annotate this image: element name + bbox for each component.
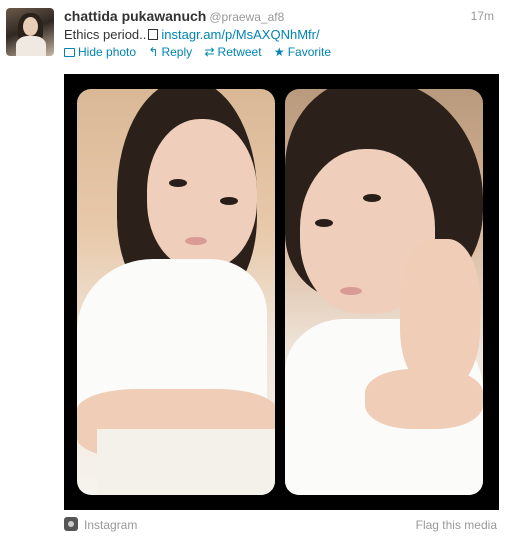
favorite-label: Favorite — [287, 45, 332, 59]
avatar-face — [23, 17, 38, 36]
reply-button[interactable]: ↰ Reply — [148, 45, 192, 59]
retweet-icon: ⇄ — [204, 45, 215, 59]
reply-arrow-icon: ↰ — [148, 45, 159, 59]
photo-right-wrist — [365, 369, 483, 429]
unrendered-glyph-box — [148, 29, 159, 40]
tweet-actions: Hide photo ↰ Reply ⇄ Retweet ★ Favorite — [64, 45, 340, 59]
flag-media-link[interactable]: Flag this media — [416, 518, 497, 532]
author-name[interactable]: chattida pukawanuch — [64, 8, 206, 24]
photo-left-eye — [220, 197, 238, 205]
photo-right-hand — [400, 239, 480, 389]
timestamp[interactable]: 17m — [471, 9, 494, 23]
photo-icon — [64, 48, 75, 57]
photo-left — [77, 89, 275, 495]
photo-right-eye — [363, 194, 381, 202]
media-source[interactable]: Instagram — [84, 518, 137, 532]
media-frame[interactable] — [64, 74, 499, 510]
hide-photo-button[interactable]: Hide photo — [64, 45, 136, 59]
photo-left-eye — [169, 179, 187, 187]
star-icon: ★ — [273, 45, 285, 59]
tweet-text-prefix: Ethics period.. — [64, 27, 147, 42]
photo-right-lips — [340, 287, 362, 295]
photo-left-lips — [185, 237, 207, 245]
instagram-icon — [64, 517, 78, 531]
tweet-header: chattida pukawanuch @praewa_af8 17m — [64, 8, 500, 26]
tweet-link[interactable]: instagr.am/p/MsAXQNhMfr/ — [161, 27, 319, 42]
tweet-text: Ethics period.. instagr.am/p/MsAXQNhMfr/ — [64, 27, 320, 42]
hide-photo-label: Hide photo — [78, 45, 137, 59]
avatar[interactable] — [6, 8, 54, 56]
avatar-body — [16, 36, 46, 56]
photo-right-eye — [315, 219, 333, 227]
tweet: chattida pukawanuch @praewa_af8 17m Ethic… — [0, 0, 506, 552]
photo-left-face — [147, 119, 257, 269]
retweet-button[interactable]: ⇄ Retweet — [204, 45, 261, 59]
reply-label: Reply — [161, 45, 193, 59]
author-handle[interactable]: @praewa_af8 — [209, 10, 284, 24]
favorite-button[interactable]: ★ Favorite — [274, 45, 331, 59]
media-footer: Instagram Flag this media — [64, 517, 500, 533]
photo-left-paper — [97, 429, 275, 495]
retweet-label: Retweet — [217, 45, 262, 59]
photo-right — [285, 89, 483, 495]
